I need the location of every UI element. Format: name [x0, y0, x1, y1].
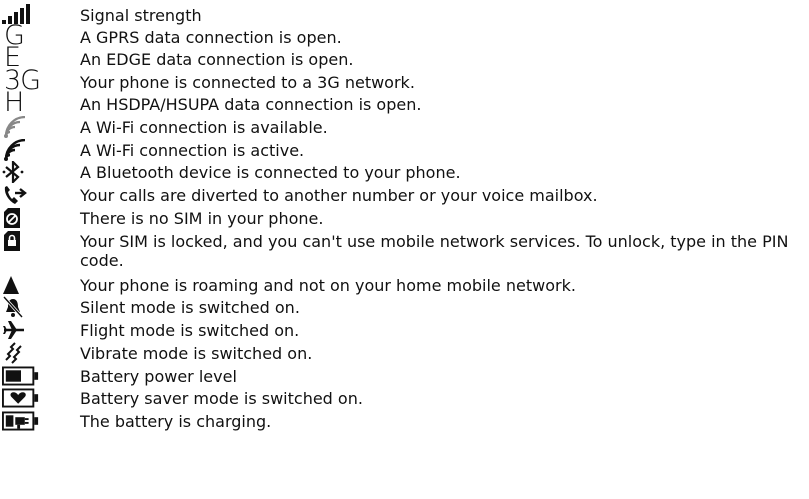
indicator-description: Battery saver mode is switched on.: [80, 389, 363, 408]
indicator-description: Battery power level: [80, 367, 237, 386]
hsdpa-glyph: H: [4, 87, 24, 118]
indicator-description: Your SIM is locked, and you can't use mo…: [80, 232, 789, 270]
indicator-description: A Bluetooth device is connected to your …: [80, 163, 461, 182]
silent-mode-icon: [2, 295, 40, 319]
battery-charging-icon: [2, 409, 40, 433]
indicator-description: Silent mode is switched on.: [80, 298, 300, 317]
indicator-description: An EDGE data connection is open.: [80, 50, 354, 69]
indicator-description: A Wi-Fi connection is available.: [80, 118, 328, 137]
sim-locked-icon: [2, 229, 40, 253]
battery-level-icon: [2, 364, 40, 388]
indicator-description: A GPRS data connection is open.: [80, 28, 342, 47]
indicator-description: Flight mode is switched on.: [80, 321, 300, 340]
battery-saver-icon: [2, 386, 40, 410]
indicator-description: Signal strength: [80, 6, 202, 25]
flight-mode-icon: [2, 318, 40, 342]
indicator-description: Your phone is connected to a 3G network.: [80, 73, 415, 92]
indicator-description: Your phone is roaming and not on your ho…: [80, 276, 576, 295]
wifi-available-icon: [2, 115, 40, 139]
no-sim-icon: [2, 206, 40, 230]
indicator-description: Vibrate mode is switched on.: [80, 344, 313, 363]
wifi-active-icon: [2, 138, 40, 162]
bluetooth-icon: [2, 160, 40, 184]
indicator-description: A Wi-Fi connection is active.: [80, 141, 305, 160]
indicator-description: The battery is charging.: [80, 412, 272, 431]
indicator-description: There is no SIM in your phone.: [80, 209, 324, 228]
hsdpa-icon: H: [2, 87, 40, 118]
indicator-description: Your calls are diverted to another numbe…: [80, 186, 598, 205]
vibrate-mode-icon: [2, 341, 40, 365]
indicator-description: An HSDPA/HSUPA data connection is open.: [80, 95, 422, 114]
call-divert-icon: [2, 183, 40, 207]
roaming-icon: [2, 273, 40, 297]
